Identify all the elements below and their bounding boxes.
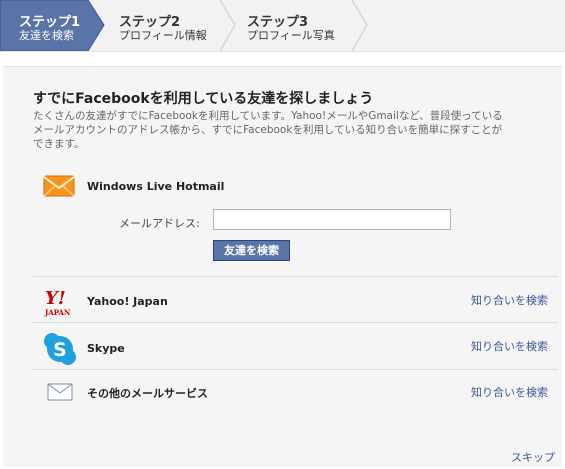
step-separator-chevron [351, 0, 368, 51]
svg-text:JAPAN: JAPAN [44, 308, 71, 317]
yahoo-find-link[interactable]: 知り合いを検索 [471, 292, 548, 308]
step-progress-bar: ステップ1 友達を検索 ステップ2 プロフィール情報 ステップ3 プロフィール写… [0, 0, 565, 52]
skype-find-link[interactable]: 知り合いを検索 [471, 338, 548, 354]
email-address-label: メールアドレス: [119, 217, 200, 230]
step-2-profile-info: ステップ2 プロフィール情報 [105, 0, 235, 51]
page-title: すでにFacebookを利用している友達を探しましょう [33, 91, 374, 107]
hotmail-label: Windows Live Hotmail [87, 180, 225, 193]
step-3-subtitle: プロフィール写真 [247, 29, 335, 42]
envelope-icon [47, 383, 73, 401]
section-divider [33, 322, 558, 323]
skip-link[interactable]: スキップ [511, 449, 555, 465]
section-divider [33, 369, 558, 370]
find-friends-panel: すでにFacebookを利用している友達を探しましょう たくさんの友達がすでにF… [3, 66, 562, 467]
yahoo-japan-label: Yahoo! Japan [87, 295, 168, 308]
other-mail-find-link[interactable]: 知り合いを検索 [471, 384, 548, 400]
email-address-input[interactable] [213, 209, 451, 230]
svg-text:Y!: Y! [45, 288, 66, 309]
svg-text:S: S [53, 339, 67, 361]
step-3-profile-photo: ステップ3 プロフィール写真 [230, 0, 370, 51]
step-1-subtitle: 友達を検索 [19, 29, 74, 42]
page-description: たくさんの友達がすでにFacebookを利用しています。Yahoo!メールやGm… [33, 110, 503, 150]
section-divider [33, 276, 558, 277]
find-friends-button[interactable]: 友達を検索 [213, 240, 290, 261]
step-2-subtitle: プロフィール情報 [119, 29, 207, 42]
step-1-find-friends: ステップ1 友達を検索 [0, 0, 105, 51]
skype-icon: S [44, 333, 76, 365]
other-mail-label: その他のメールサービス [87, 387, 208, 400]
hotmail-envelope-icon [43, 175, 75, 197]
yahoo-japan-logo-icon: Y! JAPAN [44, 288, 71, 317]
skype-label: Skype [87, 342, 125, 355]
